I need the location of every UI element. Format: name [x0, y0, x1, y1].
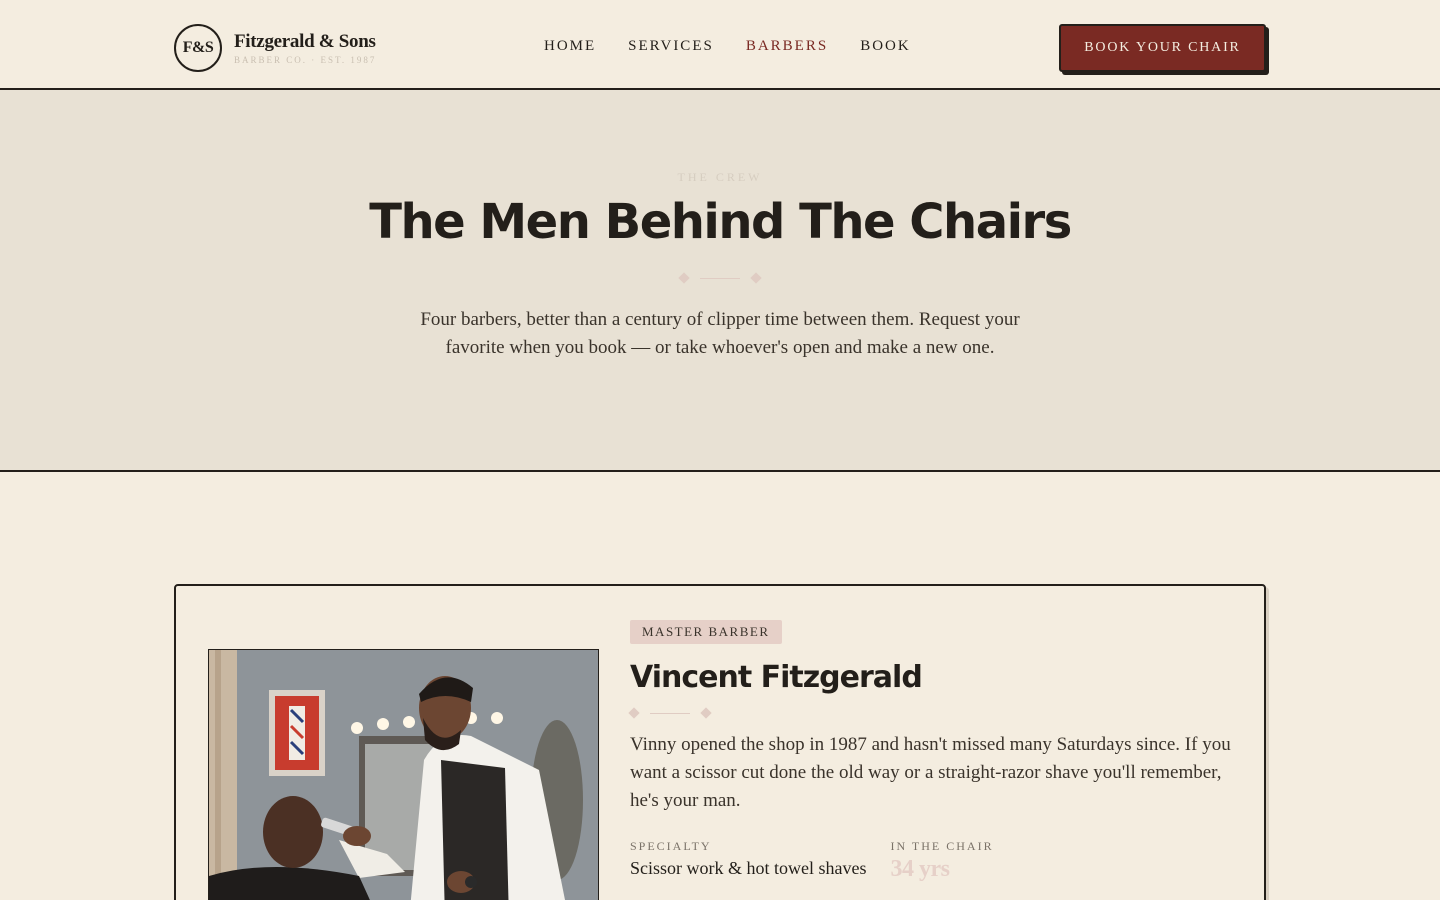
nav-barbers[interactable]: BARBERS: [746, 38, 828, 55]
role-badge: MASTER BARBER: [630, 620, 782, 644]
barber-photo-illustration: [209, 650, 598, 900]
hero-description: Four barbers, better than a century of c…: [420, 309, 1020, 358]
diamond-icon: [700, 707, 712, 719]
specialty-label: SPECIALTY: [630, 839, 712, 853]
barber-card: MASTER BARBER Vincent Fitzgerald Vinny o…: [174, 584, 1266, 900]
diamond-icon: [678, 272, 690, 284]
book-chair-button[interactable]: BOOK YOUR CHAIR: [1059, 24, 1266, 72]
barber-bio: Vinny opened the shop in 1987 and hasn't…: [630, 734, 1231, 811]
barber-name: Vincent Fitzgerald: [630, 660, 923, 695]
tenure-label: IN THE CHAIR: [890, 839, 994, 853]
site-header: F&S Fitzgerald & Sons BARBER CO. · EST. …: [0, 0, 1440, 90]
nav-services[interactable]: SERVICES: [628, 38, 714, 55]
hero-eyebrow: THE CREW: [677, 170, 763, 184]
tenure-block: IN THE CHAIR 34 yrs: [890, 839, 993, 883]
brand-tagline: BARBER CO. · EST. 1987: [234, 55, 377, 65]
barber-meta: SPECIALTY Scissor work & hot towel shave…: [630, 839, 1250, 883]
ornament-divider: [628, 707, 1250, 719]
nav-book[interactable]: BOOK: [860, 38, 911, 55]
logo-monogram: F&S: [174, 24, 222, 72]
barber-photo: [208, 649, 599, 900]
main-nav: HOME SERVICES BARBERS BOOK: [544, 38, 943, 55]
nav-home[interactable]: HOME: [544, 38, 596, 55]
page-title: The Men Behind The Chairs: [369, 194, 1072, 250]
diamond-icon: [750, 272, 762, 284]
specialty-block: SPECIALTY Scissor work & hot towel shave…: [630, 839, 866, 883]
specialty-value: Scissor work & hot towel shaves: [630, 858, 867, 878]
hero-section: THE CREW The Men Behind The Chairs Four …: [0, 90, 1440, 472]
barber-details: MASTER BARBER Vincent Fitzgerald Vinny o…: [628, 620, 1250, 883]
tenure-value: 34 yrs: [890, 856, 950, 882]
ornament-divider: [678, 272, 762, 284]
brand-logo[interactable]: F&S Fitzgerald & Sons BARBER CO. · EST. …: [174, 24, 376, 72]
diamond-icon: [628, 707, 640, 719]
brand-name: Fitzgerald & Sons: [234, 31, 376, 52]
